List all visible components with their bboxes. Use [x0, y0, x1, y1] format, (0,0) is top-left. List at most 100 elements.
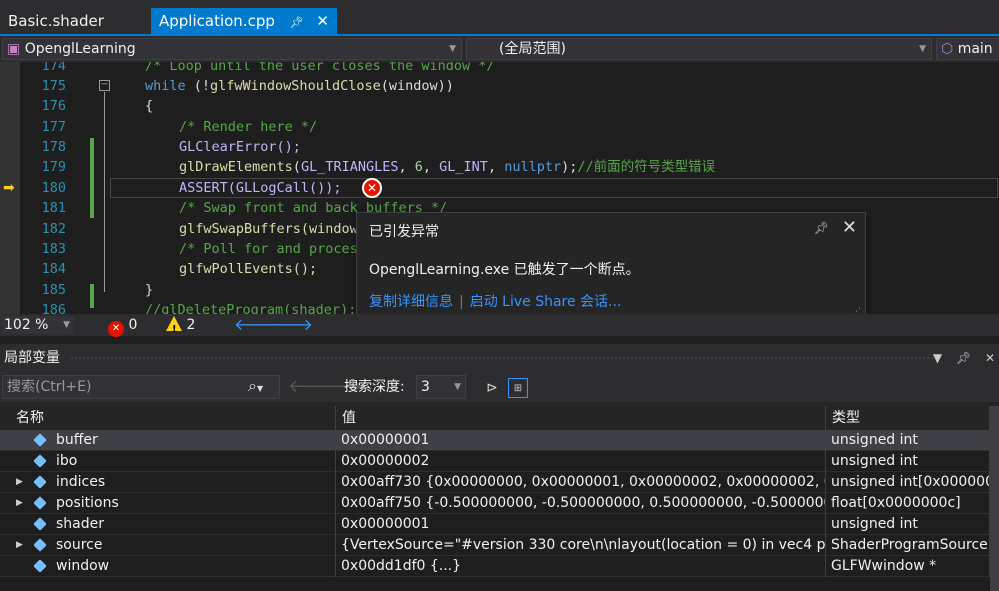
pin-icon[interactable]: 📌︎ [814, 221, 829, 235]
variable-icon [33, 517, 47, 531]
error-icon: ✕ [108, 321, 124, 337]
locals-pane-header: 局部变量 ▼ 📌︎ ✕ [0, 344, 999, 372]
search-placeholder: 搜索(Ctrl+E) [7, 379, 92, 395]
cell-name: shader [56, 514, 336, 535]
cell-type: ShaderProgramSource [826, 535, 990, 556]
search-input[interactable]: 搜索(Ctrl+E) [2, 375, 280, 399]
copy-details-link[interactable]: 复制详细信息 [369, 294, 453, 310]
chevron-down-icon: ▼ [449, 44, 456, 54]
expand-icon[interactable]: ▶ [16, 472, 23, 493]
warning-icon: ! [166, 316, 182, 335]
cell-type: unsigned int [826, 430, 990, 451]
close-icon[interactable]: ✕ [842, 217, 857, 238]
close-icon[interactable]: ✕ [985, 351, 995, 365]
chevron-down-icon: ▼ [454, 382, 461, 392]
variable-icon [33, 433, 47, 447]
cell-type: float[0x0000000c] [826, 493, 990, 514]
warning-count[interactable]: ! 2 [166, 314, 195, 336]
grid-header: 名称 值 类型 [0, 406, 999, 430]
arrow-right-icon[interactable]: 🡒 [270, 314, 313, 336]
error-icon[interactable]: ✕ [362, 178, 382, 198]
view-options-icon[interactable]: ⊞ [508, 378, 528, 398]
cell-name: buffer [56, 430, 336, 451]
scope-dropdown[interactable]: (全局范围) ▼ [466, 38, 932, 60]
tab-label: Basic.shader [8, 12, 104, 30]
cell-name: indices [56, 472, 336, 493]
pin-icon[interactable]: 📌︎ [290, 10, 304, 36]
dropdown-icon[interactable]: ▼ [933, 351, 942, 365]
tab-basic-shader[interactable]: Basic.shader [0, 8, 112, 34]
expand-icon[interactable]: ▶ [16, 535, 23, 556]
code-line: 175 while (!glfwWindowShouldClose(window)… [41, 78, 454, 94]
code-line: 176{ [41, 98, 154, 114]
error-count-label: 0 [128, 317, 138, 333]
code-line: 177/* Render here */ [41, 119, 318, 135]
cell-type: unsigned int [826, 514, 990, 535]
table-row[interactable]: ▶ source {VertexSource="#version 330 core\… [0, 535, 990, 556]
table-row[interactable]: ibo 0x00000002 unsigned int [0, 451, 990, 472]
table-row[interactable]: ▶ positions 0x00aff750 {-0.500000000, -0.5… [0, 493, 990, 514]
variable-icon [33, 559, 47, 573]
search-depth-value: 3 [421, 379, 430, 395]
navigation-bar: ▣ OpenglLearning ▼ (全局范围) ▼ ⬡ main [0, 34, 999, 62]
zoom-dropdown[interactable]: 102 % ▼ [2, 316, 74, 334]
cell-value[interactable]: 0x00dd1df0 {...} [336, 556, 826, 577]
drag-handle[interactable] [70, 356, 939, 360]
search-icon[interactable]: ⌕▼ [248, 376, 263, 396]
tab-label: Application.cpp [159, 12, 275, 30]
divider: | [459, 294, 464, 310]
variable-icon [33, 475, 47, 489]
table-row[interactable]: buffer 0x00000001 unsigned int [0, 430, 990, 451]
exception-popup: 已引发异常 📌︎ ✕ OpenglLearning.exe 已触发了一个断点。 … [356, 212, 866, 320]
editor-status-strip: 102 % ▼ ✕ 0 ! 2 🡐 🡒 [0, 314, 999, 337]
project-icon: ▣ [7, 41, 21, 57]
vertical-scrollbar[interactable] [990, 406, 999, 591]
search-depth-dropdown[interactable]: 3 ▼ [416, 375, 466, 399]
table-row[interactable]: shader 0x00000001 unsigned int [0, 514, 990, 535]
expand-icon[interactable]: ▶ [16, 493, 23, 514]
variable-icon [33, 496, 47, 510]
cell-type: unsigned int[0x000000... [826, 472, 990, 493]
pin-icon[interactable]: 📌︎ [956, 351, 971, 365]
project-dropdown[interactable]: ▣ OpenglLearning ▼ [2, 38, 462, 60]
variable-icon [33, 538, 47, 552]
zoom-label: 102 % [4, 317, 49, 333]
cell-type: GLFWwindow * [826, 556, 990, 577]
cell-value[interactable]: {VertexSource="#version 330 core\n\nlayo… [336, 535, 826, 556]
pane-title: 局部变量 [4, 350, 60, 366]
cell-value[interactable]: 0x00000001 [336, 430, 826, 451]
locals-pane: 局部变量 ▼ 📌︎ ✕ 搜索(Ctrl+E) ⌕▼ 🡐 🡒 搜索深度: 3 ▼ … [0, 344, 999, 591]
variable-icon [33, 454, 47, 468]
project-label: OpenglLearning [24, 41, 136, 57]
member-dropdown[interactable]: ⬡ main [936, 38, 999, 60]
table-row[interactable]: window 0x00dd1df0 {...} GLFWwindow * [0, 556, 990, 577]
cell-name: window [56, 556, 336, 577]
locals-grid: 名称 值 类型 buffer 0x00000001 unsigned int ibo 0… [0, 406, 999, 591]
cell-name: ibo [56, 451, 336, 472]
exception-title: 已引发异常 [369, 224, 439, 240]
code-line: 179 glDrawElements(GL_TRIANGLES, 6, GL_IN… [41, 159, 716, 175]
column-header-name[interactable]: 名称 [10, 406, 336, 430]
cell-type: unsigned int [826, 451, 990, 472]
pin-filter-icon[interactable]: ⊳ [482, 378, 502, 398]
cube-icon: ⬡ [941, 41, 954, 57]
locals-toolbar: 搜索(Ctrl+E) ⌕▼ 🡐 🡒 搜索深度: 3 ▼ ⊳ ⊞ [0, 372, 999, 402]
close-icon[interactable]: ✕ [316, 8, 329, 34]
cell-value[interactable]: 0x00000002 [336, 451, 826, 472]
error-count[interactable]: ✕ 0 [108, 314, 137, 337]
document-tab-bar: Basic.shader Application.cpp 📌︎ ✕ [0, 0, 999, 34]
chevron-down-icon: ▼ [919, 44, 926, 54]
search-depth-label: 搜索深度: [344, 379, 405, 395]
live-share-link[interactable]: 启动 Live Share 会话... [470, 294, 622, 310]
cell-value[interactable]: 0x00aff730 {0x00000000, 0x00000001, 0x00… [336, 472, 826, 493]
cell-name: positions [56, 493, 336, 514]
table-row[interactable]: ▶ indices 0x00aff730 {0x00000000, 0x000000… [0, 472, 990, 493]
chevron-down-icon: ▼ [63, 320, 70, 330]
cell-value[interactable]: 0x00000001 [336, 514, 826, 535]
tab-application-cpp[interactable]: Application.cpp 📌︎ ✕ [151, 8, 337, 34]
column-header-value[interactable]: 值 [336, 406, 826, 430]
column-header-type[interactable]: 类型 [826, 406, 990, 430]
code-line: 178 GLClearError(); [41, 139, 301, 155]
cell-name: source [56, 535, 336, 556]
cell-value[interactable]: 0x00aff750 {-0.500000000, -0.500000000, … [336, 493, 826, 514]
